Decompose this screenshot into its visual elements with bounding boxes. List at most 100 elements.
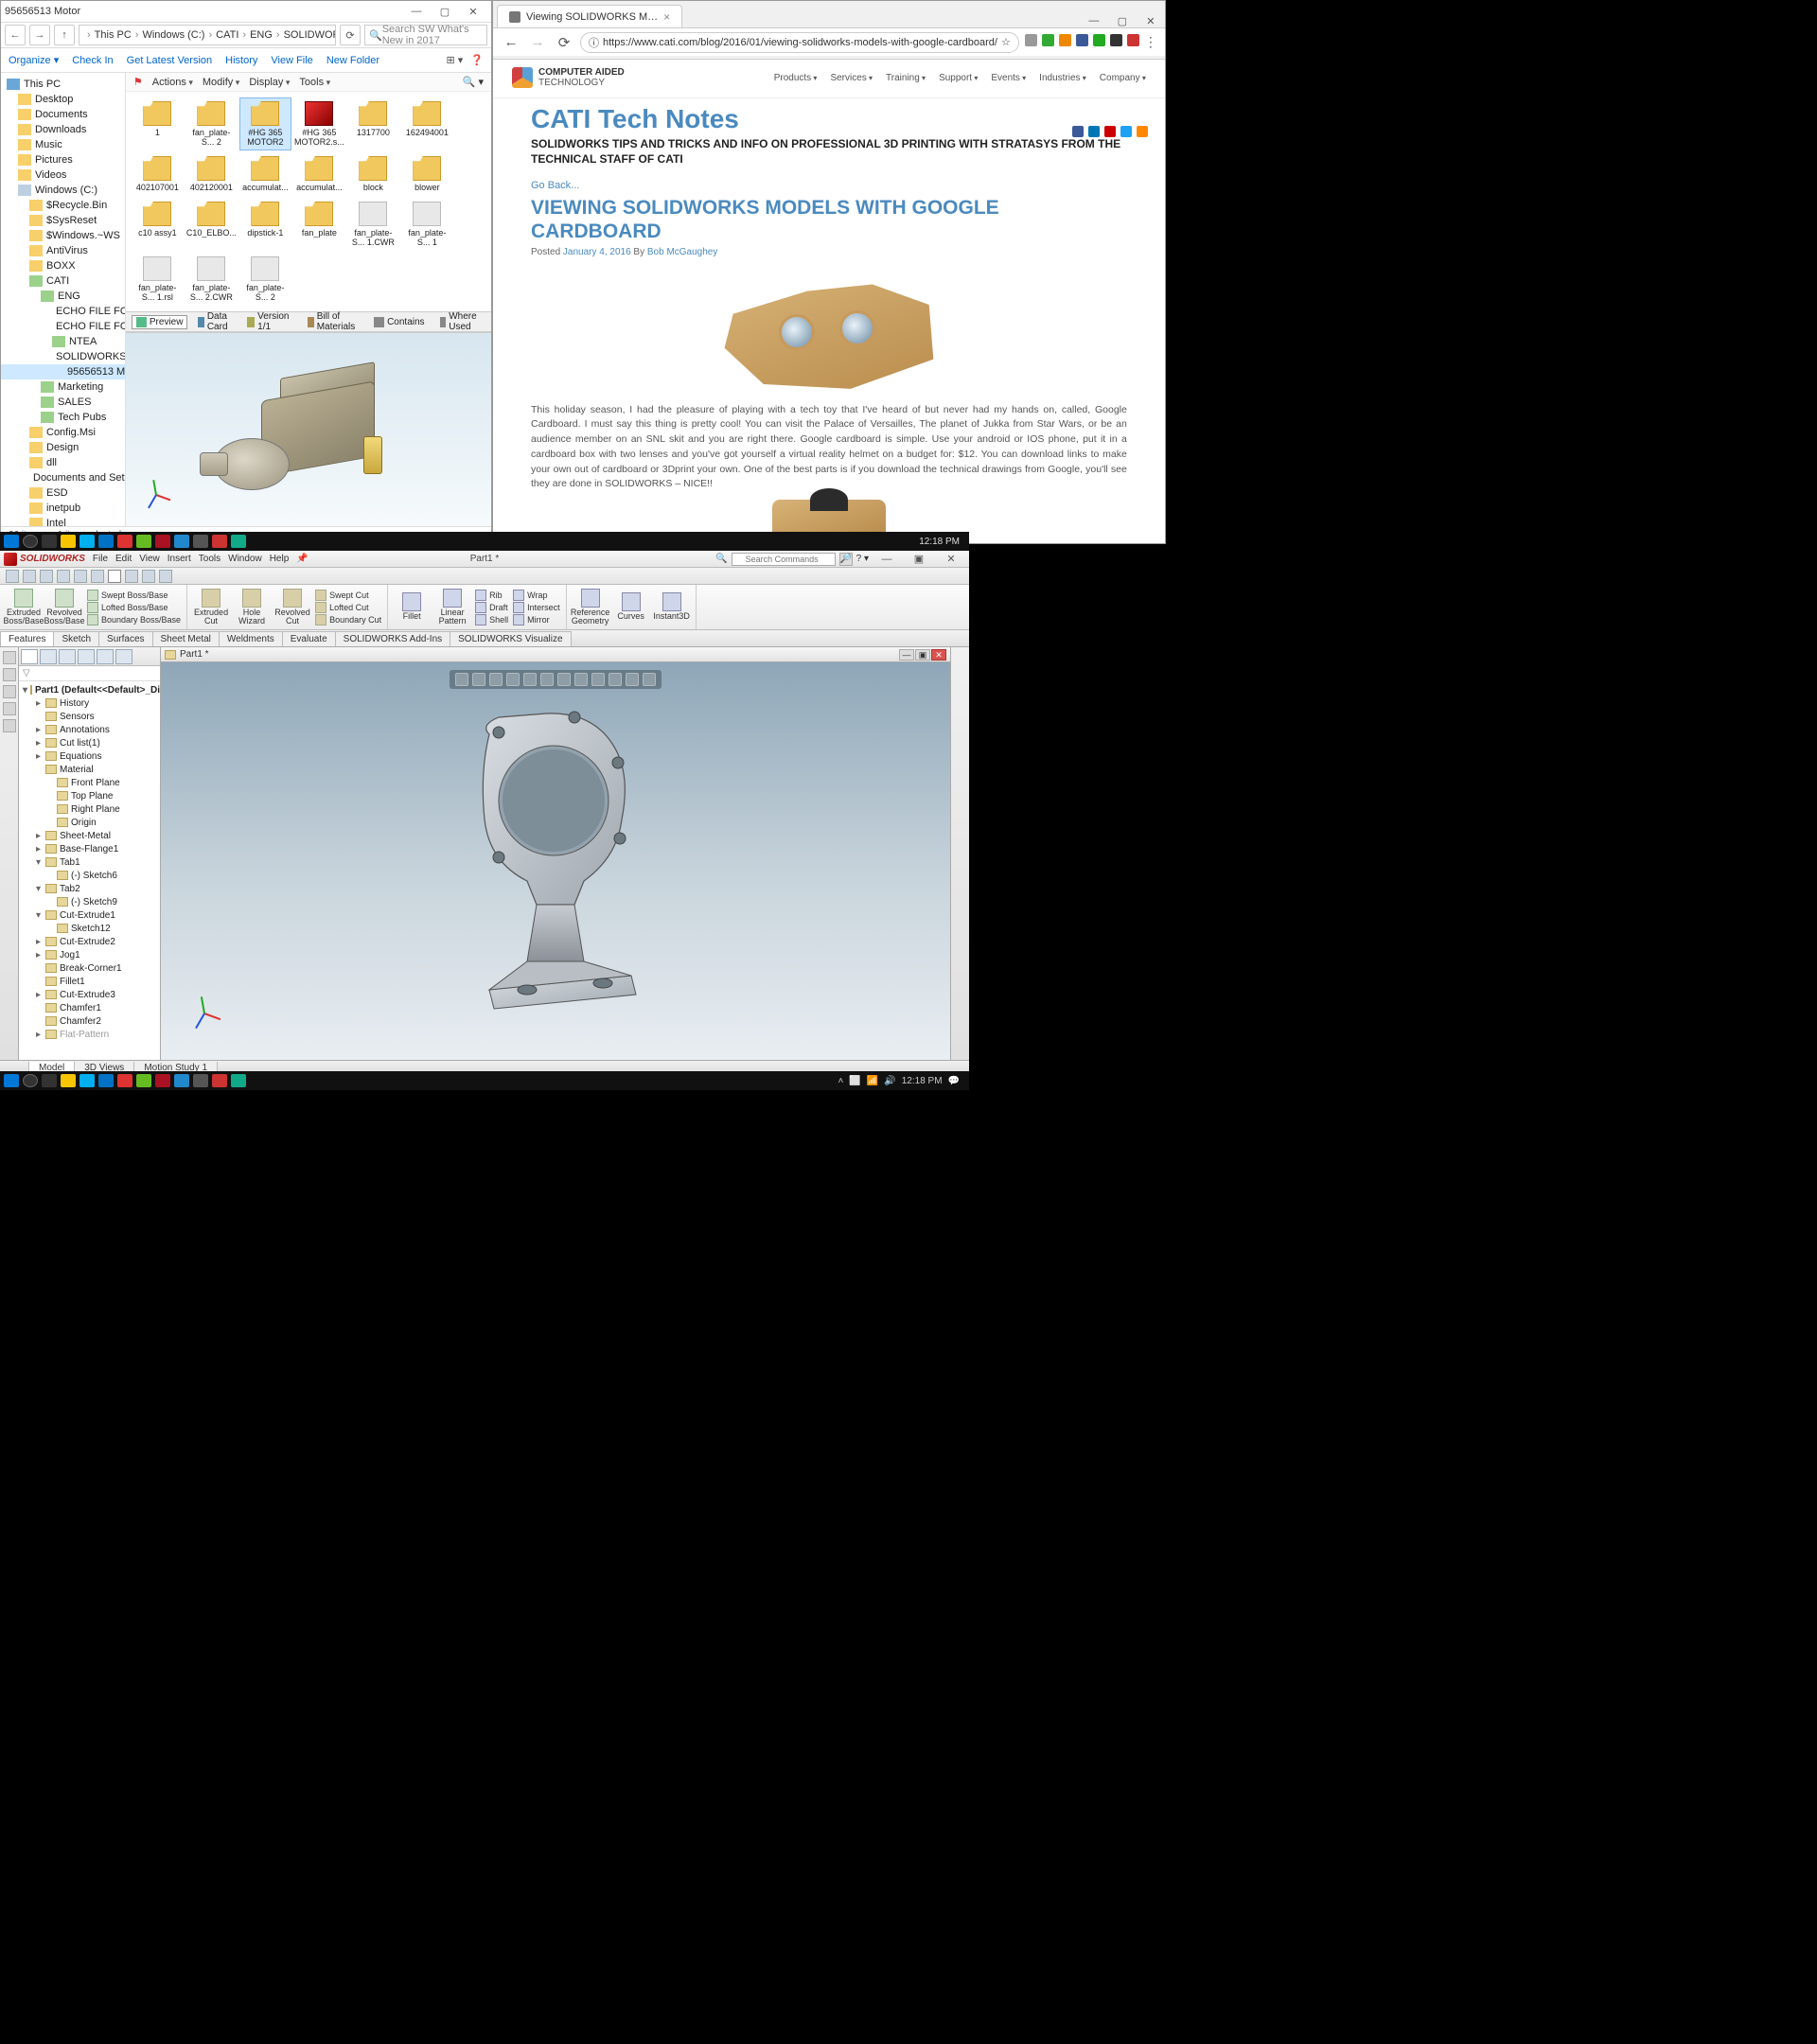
menu-item[interactable]: Insert bbox=[168, 554, 191, 564]
hud-icon[interactable] bbox=[489, 673, 503, 686]
linkedin-icon[interactable] bbox=[1088, 126, 1100, 137]
refresh-button[interactable]: ⟳ bbox=[340, 25, 361, 45]
undo-icon[interactable] bbox=[74, 570, 87, 583]
browser-forward[interactable]: → bbox=[527, 34, 548, 50]
nav-item[interactable]: Company bbox=[1100, 73, 1146, 83]
side-icon[interactable] bbox=[3, 651, 16, 664]
instant3d-button[interactable]: Instant3D bbox=[654, 592, 690, 621]
taskview-icon[interactable] bbox=[42, 535, 57, 548]
options-icon[interactable] bbox=[142, 570, 155, 583]
fm-tree-tab[interactable] bbox=[21, 649, 38, 664]
fm-filter[interactable]: ▽ bbox=[19, 666, 160, 681]
up-button[interactable]: ↑ bbox=[54, 25, 75, 45]
boundary-cut-button[interactable]: Boundary Cut bbox=[315, 614, 381, 626]
hud-icon[interactable] bbox=[455, 673, 468, 686]
new-icon[interactable] bbox=[6, 570, 19, 583]
folder-tree[interactable]: This PCDesktopDocumentsDownloadsMusicPic… bbox=[1, 73, 126, 526]
ext-icon[interactable] bbox=[1042, 34, 1054, 46]
linear-pattern-button[interactable]: Linear Pattern bbox=[434, 589, 470, 626]
wrap-button[interactable]: Wrap bbox=[513, 590, 560, 601]
close-button[interactable]: ✕ bbox=[459, 6, 487, 18]
extruded-boss-button[interactable]: Extruded Boss/Base bbox=[6, 589, 42, 626]
tray-volume-icon[interactable]: 🔊 bbox=[884, 1076, 895, 1086]
tab-close-icon[interactable]: × bbox=[663, 10, 670, 24]
side-icon[interactable] bbox=[3, 685, 16, 698]
menu-item[interactable]: Tools bbox=[199, 554, 221, 564]
history-button[interactable]: History bbox=[225, 55, 257, 66]
sw-help-icon[interactable]: ? ▾ bbox=[856, 554, 869, 564]
lofted-cut-button[interactable]: Lofted Cut bbox=[315, 602, 381, 613]
app-icon[interactable] bbox=[155, 535, 170, 548]
file-item[interactable]: accumulat... bbox=[239, 152, 291, 196]
app-icon[interactable] bbox=[193, 535, 208, 548]
fm-node[interactable]: Origin bbox=[19, 816, 160, 829]
file-item[interactable]: blower bbox=[401, 152, 453, 196]
sw-restore[interactable]: ▣ bbox=[905, 553, 933, 565]
save-icon[interactable] bbox=[40, 570, 53, 583]
tree-node[interactable]: Design bbox=[1, 440, 125, 455]
browser-reload[interactable]: ⟳ bbox=[554, 34, 574, 51]
browser-close[interactable]: ✕ bbox=[1137, 15, 1165, 27]
fm-node[interactable]: ▸History bbox=[19, 696, 160, 710]
file-item[interactable]: c10 assy1 bbox=[132, 198, 184, 251]
sw-task-icon[interactable] bbox=[117, 1074, 132, 1087]
reference-geometry-button[interactable]: Reference Geometry bbox=[573, 589, 609, 626]
skype-icon[interactable] bbox=[79, 535, 95, 548]
tools-menu[interactable]: Tools bbox=[299, 77, 330, 88]
tree-node[interactable]: Marketing bbox=[1, 379, 125, 395]
breadcrumb[interactable]: ›This PC ›Windows (C:) ›CATI ›ENG ›SOLID… bbox=[79, 25, 336, 45]
start-icon[interactable] bbox=[4, 535, 19, 548]
fm-node[interactable]: Fillet1 bbox=[19, 975, 160, 988]
tree-node[interactable]: Desktop bbox=[1, 92, 125, 107]
taskbar-clock[interactable]: 12:18 PM bbox=[919, 537, 965, 547]
file-item[interactable]: 402120001 bbox=[185, 152, 238, 196]
app-icon[interactable] bbox=[136, 535, 151, 548]
organize-menu[interactable]: Organize ▾ bbox=[9, 54, 59, 66]
fm-node[interactable]: ▾Tab2 bbox=[19, 882, 160, 895]
mdi-restore[interactable]: ▣ bbox=[915, 649, 930, 661]
app-icon[interactable] bbox=[193, 1074, 208, 1087]
ribbon-tab[interactable]: Sheet Metal bbox=[152, 631, 220, 646]
file-item[interactable]: fan_plate-S... 2 bbox=[185, 97, 238, 150]
menu-icon[interactable]: ⋮ bbox=[1144, 34, 1157, 50]
ext-icon[interactable] bbox=[1110, 34, 1122, 46]
file-item[interactable]: fan_plate-S... 1 bbox=[401, 198, 453, 251]
ext-icon[interactable] bbox=[1093, 34, 1105, 46]
ext-icon[interactable] bbox=[1025, 34, 1037, 46]
fm-node[interactable]: Material bbox=[19, 763, 160, 776]
url-bar[interactable]: ⓘ https://www.cati.com/blog/2016/01/view… bbox=[580, 32, 1019, 53]
side-icon[interactable] bbox=[3, 719, 16, 732]
revolved-boss-button[interactable]: Revolved Boss/Base bbox=[46, 589, 82, 626]
browser-minimize[interactable]: — bbox=[1080, 15, 1108, 27]
fm-node[interactable]: ▸Cut-Extrude2 bbox=[19, 935, 160, 948]
ribbon-tab[interactable]: Features bbox=[0, 631, 54, 646]
fm-root-node[interactable]: Part1 (Default<<Default>_Display State bbox=[35, 685, 160, 696]
author-link[interactable]: Bob McGaughey bbox=[647, 247, 718, 257]
taskbar-upper[interactable]: 12:18 PM bbox=[0, 532, 969, 551]
fm-node[interactable]: ▸Jog1 bbox=[19, 948, 160, 961]
open-icon[interactable] bbox=[23, 570, 36, 583]
view-options-icon[interactable]: ⊞ ▾ bbox=[447, 54, 464, 66]
menu-item[interactable]: View bbox=[139, 554, 160, 564]
post-date-link[interactable]: January 4, 2016 bbox=[563, 247, 631, 257]
side-icon[interactable] bbox=[3, 702, 16, 715]
nav-item[interactable]: Services bbox=[830, 73, 873, 83]
version-tab[interactable]: Version 1/1 bbox=[242, 309, 296, 334]
tray-icon[interactable]: ⬜ bbox=[849, 1076, 860, 1086]
file-item[interactable]: C10_ELBO... bbox=[185, 198, 238, 251]
file-item[interactable]: 1317700 bbox=[347, 97, 399, 150]
tree-node[interactable]: inetpub bbox=[1, 501, 125, 516]
menu-pin-icon[interactable]: 📌 bbox=[296, 554, 308, 564]
file-item[interactable]: fan_plate-S... 2 bbox=[239, 253, 291, 306]
hole-wizard-button[interactable]: Hole Wizard bbox=[234, 589, 270, 626]
file-item[interactable]: fan_plate-S... 1.CWR bbox=[347, 198, 399, 251]
preview-tab[interactable]: Preview bbox=[132, 315, 188, 329]
browser-tab[interactable]: Viewing SOLIDWORKS M… × bbox=[497, 5, 682, 27]
maximize-button[interactable]: ▢ bbox=[431, 6, 459, 18]
where-used-tab[interactable]: Where Used bbox=[435, 309, 485, 334]
fm-node[interactable]: Chamfer1 bbox=[19, 1001, 160, 1014]
file-item[interactable]: #HG 365 MOTOR2.s... bbox=[293, 97, 345, 150]
tray-network-icon[interactable]: 📶 bbox=[867, 1076, 878, 1086]
fm-node[interactable]: Sketch12 bbox=[19, 922, 160, 935]
nav-item[interactable]: Training bbox=[886, 73, 926, 83]
